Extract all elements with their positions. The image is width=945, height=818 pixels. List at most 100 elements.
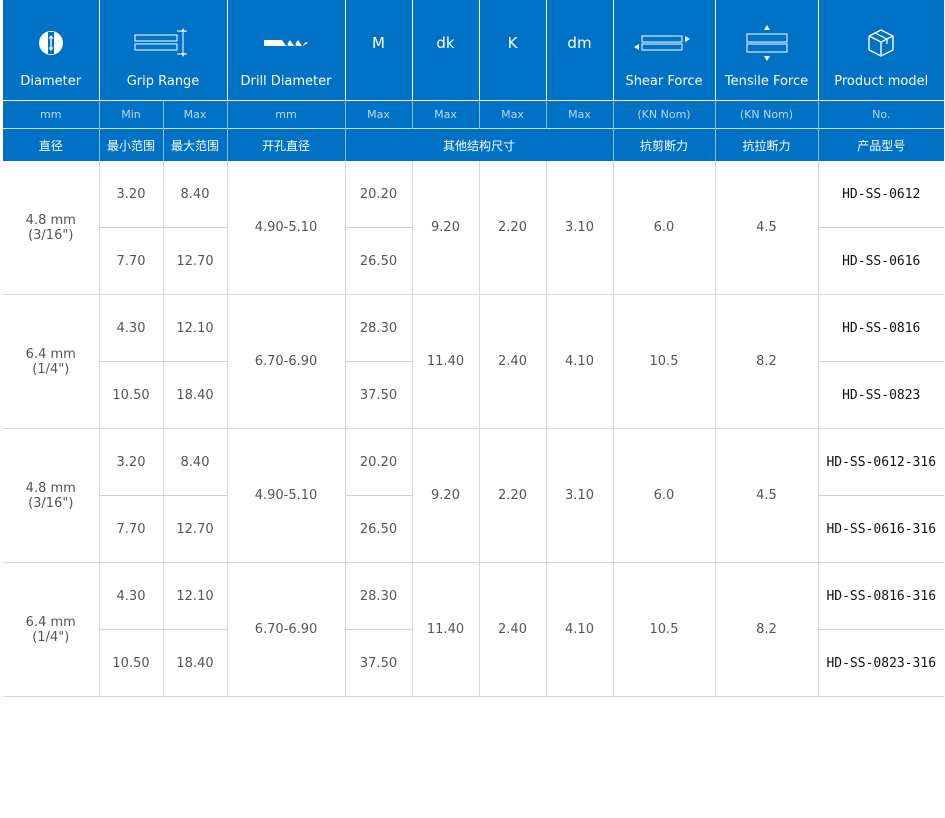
model-prefix: HD-SS (826, 521, 866, 537)
diameter-cell: 6.4 mm (1/4") (3, 294, 99, 429)
shear-force-cell: 6.0 (612, 161, 715, 295)
model-suffix: -0816-316 (865, 588, 937, 604)
grip-range-icon (100, 28, 227, 58)
diameter-inch: (3/16") (28, 227, 74, 243)
drill-diameter-cell: 4.90-5.10 (226, 161, 345, 295)
model-suffix: -0612 (881, 186, 921, 202)
tensile-force-icon (716, 25, 818, 61)
m-title: M (372, 34, 385, 52)
diameter-cell: 6.4 mm (1/4") (3, 562, 99, 697)
shear-force-cell: 10.5 (612, 562, 715, 697)
product-model-cell: HD-SS-0823 (817, 361, 944, 429)
diameter-cell: 4.8 mm (3/16") (3, 428, 99, 563)
k-title: K (507, 34, 518, 52)
k-cell: 2.40 (478, 294, 546, 429)
spec-table: Diameter Grip Range Drill Diameter M dk … (3, 0, 944, 697)
header-tensile-force: Tensile Force (714, 0, 818, 101)
grip-min-cell: 3.20 (98, 428, 163, 496)
shear-cn: 抗剪断力 (612, 128, 715, 161)
m-cell: 37.50 (344, 629, 412, 697)
k-unit: Max (478, 100, 546, 129)
header-product-model: Product model (817, 0, 944, 101)
grip-min-cell: 4.30 (98, 562, 163, 630)
drill-bit-icon (228, 28, 345, 58)
tensile-force-cell: 4.5 (714, 428, 818, 563)
diameter-inch: (3/16") (28, 495, 74, 511)
model-suffix: -0612-316 (865, 454, 937, 470)
grip-range-title: Grip Range (126, 74, 200, 89)
dm-cell: 4.10 (545, 294, 613, 429)
grip-min-cn: 最小范围 (98, 128, 163, 161)
grip-max-cell: 12.70 (162, 227, 227, 295)
drill-diameter-cell: 6.70-6.90 (226, 294, 345, 429)
dk-cell: 9.20 (411, 428, 479, 563)
grip-max-cell: 8.40 (162, 428, 227, 496)
diameter-inch: (1/4") (32, 361, 70, 377)
dm-cell: 3.10 (545, 428, 613, 563)
header-diameter: Diameter (3, 0, 99, 101)
drill-cn: 开孔直径 (226, 128, 345, 161)
grip-min-cell: 10.50 (98, 361, 163, 429)
dk-title: dk (436, 34, 455, 52)
model-prefix: HD-SS (842, 387, 882, 403)
tensile-force-cell: 8.2 (714, 294, 818, 429)
drill-diameter-cell: 4.90-5.10 (226, 428, 345, 563)
tensile-force-cell: 8.2 (714, 562, 818, 697)
diameter-mm: 4.8 mm (25, 212, 76, 228)
model-suffix: -0616-316 (865, 521, 937, 537)
k-cell: 2.40 (478, 562, 546, 697)
m-cell: 20.20 (344, 161, 412, 228)
shear-force-cell: 10.5 (612, 294, 715, 429)
dk-unit: Max (411, 100, 479, 129)
table-row: 4.8 mm (3/16") 3.20 8.40 4.90-5.10 20.20 9.20 2… (3, 161, 944, 295)
table-body: 4.8 mm (3/16") 3.20 8.40 4.90-5.10 20.20 9.20 2… (3, 161, 944, 697)
product-model-cell: HD-SS-0616 (817, 227, 944, 295)
product-model-cell: HD-SS-0823-316 (817, 629, 944, 697)
header-unit-row: mm Min Max mm Max Max Max Max (KN Nom) (… (3, 100, 944, 129)
dk-cell: 11.40 (411, 294, 479, 429)
m-cell: 26.50 (344, 227, 412, 295)
grip-min-cell: 3.20 (98, 161, 163, 228)
shear-force-cell: 6.0 (612, 428, 715, 563)
tensile-cn: 抗拉断力 (714, 128, 818, 161)
product-model-cell: HD-SS-0612-316 (817, 428, 944, 496)
m-cell: 26.50 (344, 495, 412, 563)
model-prefix: HD-SS (842, 253, 882, 269)
header-title-row: Diameter Grip Range Drill Diameter M dk … (3, 0, 944, 101)
model-prefix: HD-SS (842, 186, 882, 202)
diameter-cn: 直径 (3, 128, 99, 161)
grip-min-unit: Min (98, 100, 163, 129)
other-dimensions-cn: 其他结构尺寸 (344, 128, 613, 161)
m-cell: 37.50 (344, 361, 412, 429)
shear-force-title: Shear Force (625, 74, 703, 89)
diameter-mm: 6.4 mm (25, 346, 76, 362)
drill-unit: mm (226, 100, 345, 129)
model-prefix: HD-SS (842, 320, 882, 336)
header-dk: dk (411, 0, 479, 101)
grip-max-unit: Max (162, 100, 227, 129)
tensile-force-title: Tensile Force (724, 74, 809, 89)
header-k: K (478, 0, 546, 101)
model-unit: No. (817, 100, 944, 129)
grip-max-cn: 最大范围 (162, 128, 227, 161)
model-prefix: HD-SS (826, 454, 866, 470)
m-unit: Max (344, 100, 412, 129)
model-suffix: -0816 (881, 320, 921, 336)
tensile-force-cell: 4.5 (714, 161, 818, 295)
product-model-cell: HD-SS-0816 (817, 294, 944, 362)
header-shear-force: Shear Force (612, 0, 715, 101)
dk-cell: 9.20 (411, 161, 479, 295)
shear-unit: (KN Nom) (612, 100, 715, 129)
m-cell: 20.20 (344, 428, 412, 496)
k-cell: 2.20 (478, 161, 546, 295)
grip-max-cell: 8.40 (162, 161, 227, 228)
header-cn-row: 直径 最小范围 最大范围 开孔直径 其他结构尺寸 抗剪断力 抗拉断力 产品型号 (3, 128, 944, 161)
drill-diameter-cell: 6.70-6.90 (226, 562, 345, 697)
diameter-cell: 4.8 mm (3/16") (3, 161, 99, 295)
diameter-title: Diameter (20, 74, 82, 89)
dm-cell: 4.10 (545, 562, 613, 697)
grip-min-cell: 7.70 (98, 227, 163, 295)
shear-force-icon (614, 28, 715, 58)
product-model-cell: HD-SS-0816-316 (817, 562, 944, 630)
product-model-title: Product model (834, 74, 929, 89)
